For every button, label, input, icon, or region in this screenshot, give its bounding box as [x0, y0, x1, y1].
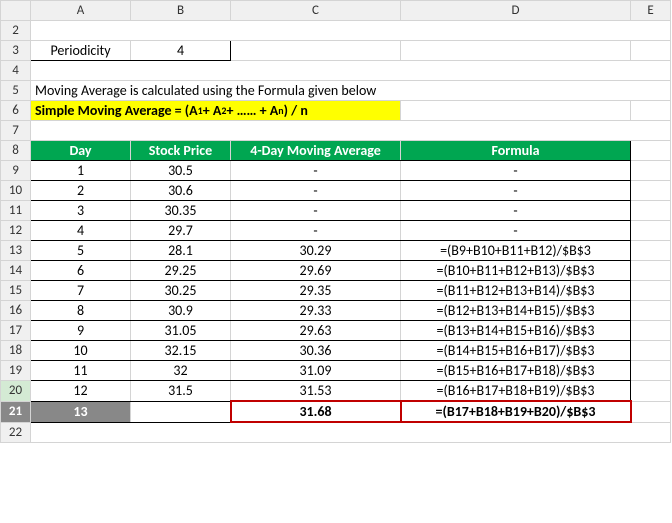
spreadsheet-grid[interactable]: A B C D E 2 3 Periodicity 4 4 5 Moving A…	[0, 0, 671, 443]
row-header[interactable]: 12	[1, 221, 31, 241]
row-header[interactable]: 19	[1, 361, 31, 381]
cell-price[interactable]: 30.5	[131, 161, 231, 181]
row-header[interactable]: 6	[1, 101, 31, 121]
row-header[interactable]: 4	[1, 61, 31, 81]
row-header[interactable]: 3	[1, 41, 31, 61]
column-header-row: A B C D E	[1, 1, 671, 21]
corner-cell[interactable]	[1, 1, 31, 21]
row-header[interactable]: 20	[1, 381, 31, 402]
cell-B3[interactable]: 4	[131, 41, 231, 61]
table-header-avg[interactable]: 4-Day Moving Average	[231, 141, 401, 161]
col-header-E[interactable]: E	[631, 1, 671, 21]
row-header[interactable]: 9	[1, 161, 31, 181]
cell-avg[interactable]: -	[231, 161, 401, 181]
table-header-formula[interactable]: Formula	[401, 141, 631, 161]
cell-day[interactable]: 1	[31, 161, 131, 181]
col-header-C[interactable]: C	[231, 1, 401, 21]
row-header[interactable]: 10	[1, 181, 31, 201]
row-header[interactable]: 17	[1, 321, 31, 341]
cell-A21-selected[interactable]: 13	[31, 401, 131, 422]
formula-definition[interactable]: Simple Moving Average = (A1 + A2 + …… + …	[31, 101, 401, 121]
cell-A5[interactable]: Moving Average is calculated using the F…	[31, 81, 671, 101]
row-header[interactable]: 7	[1, 121, 31, 141]
col-header-D[interactable]: D	[401, 1, 631, 21]
cell-formula[interactable]: -	[401, 161, 631, 181]
row-header[interactable]: 5	[1, 81, 31, 101]
cell-A3[interactable]: Periodicity	[31, 41, 131, 61]
result-highlight-avg[interactable]: 31.68	[231, 401, 401, 422]
row-header[interactable]: 11	[1, 201, 31, 221]
col-header-B[interactable]: B	[131, 1, 231, 21]
table-header-price[interactable]: Stock Price	[131, 141, 231, 161]
table-header-day[interactable]: Day	[31, 141, 131, 161]
row-header[interactable]: 15	[1, 281, 31, 301]
row-header[interactable]: 2	[1, 21, 31, 41]
row-header[interactable]: 14	[1, 261, 31, 281]
row-header[interactable]: 18	[1, 341, 31, 361]
result-highlight-formula[interactable]: =(B17+B18+B19+B20)/$B$3	[401, 401, 631, 422]
row-header[interactable]: 22	[1, 422, 31, 442]
col-header-A[interactable]: A	[31, 1, 131, 21]
row-header[interactable]: 8	[1, 141, 31, 161]
row-header-selected[interactable]: 21	[1, 401, 31, 422]
row-header[interactable]: 13	[1, 241, 31, 261]
row-header[interactable]: 16	[1, 301, 31, 321]
